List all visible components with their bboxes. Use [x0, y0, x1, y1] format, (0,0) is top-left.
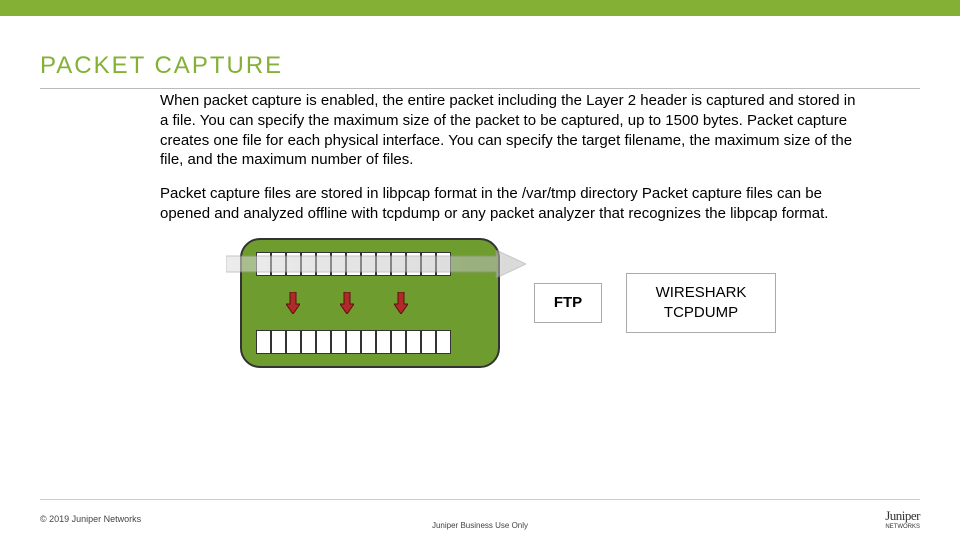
logo-sub: NETWORKS [885, 524, 920, 530]
packet-cell [391, 330, 406, 354]
packet-cell [436, 330, 451, 354]
title-divider [40, 88, 920, 89]
packet-cell [301, 330, 316, 354]
packet-cell [256, 330, 271, 354]
down-arrows-row [256, 292, 484, 314]
analyzer-box: WIRESHARK TCPDUMP [626, 273, 776, 333]
arrow-down-icon [394, 292, 408, 314]
packet-cells-bottom [256, 330, 451, 354]
incoming-packet-row [256, 252, 484, 276]
packet-cell [286, 330, 301, 354]
stored-packet-row [256, 330, 484, 354]
ftp-label: FTP [534, 283, 602, 323]
paragraph-1: When packet capture is enabled, the enti… [160, 91, 860, 170]
packet-cell [346, 330, 361, 354]
paragraph-2: Packet capture files are stored in libpc… [160, 184, 860, 224]
arrow-down-icon [286, 292, 300, 314]
juniper-logo: Juniper NETWORKS [885, 508, 920, 530]
packet-cell [406, 330, 421, 354]
analyzer-line-2: TCPDUMP [664, 303, 738, 323]
packet-cell [361, 330, 376, 354]
packet-cell [421, 330, 436, 354]
analyzer-line-1: WIRESHARK [656, 283, 747, 303]
packet-cell [376, 330, 391, 354]
arrow-right-icon [226, 250, 526, 278]
top-accent-bar [0, 0, 960, 16]
slide-content: PACKET CAPTURE When packet capture is en… [0, 16, 960, 368]
capture-device-box [240, 238, 500, 368]
confidential-text: Juniper Business Use Only [432, 521, 528, 530]
footer-divider [40, 499, 920, 500]
logo-main: Juniper [885, 508, 920, 523]
footer: © 2019 Juniper Networks Juniper NETWORKS… [0, 499, 960, 540]
packet-cell [271, 330, 286, 354]
slide-title: PACKET CAPTURE [40, 52, 920, 80]
body-text: When packet capture is enabled, the enti… [160, 91, 860, 224]
copyright-text: © 2019 Juniper Networks [40, 514, 141, 524]
arrow-down-icon [340, 292, 354, 314]
packet-cell [316, 330, 331, 354]
diagram: FTP WIRESHARK TCPDUMP [240, 238, 920, 368]
packet-cell [331, 330, 346, 354]
